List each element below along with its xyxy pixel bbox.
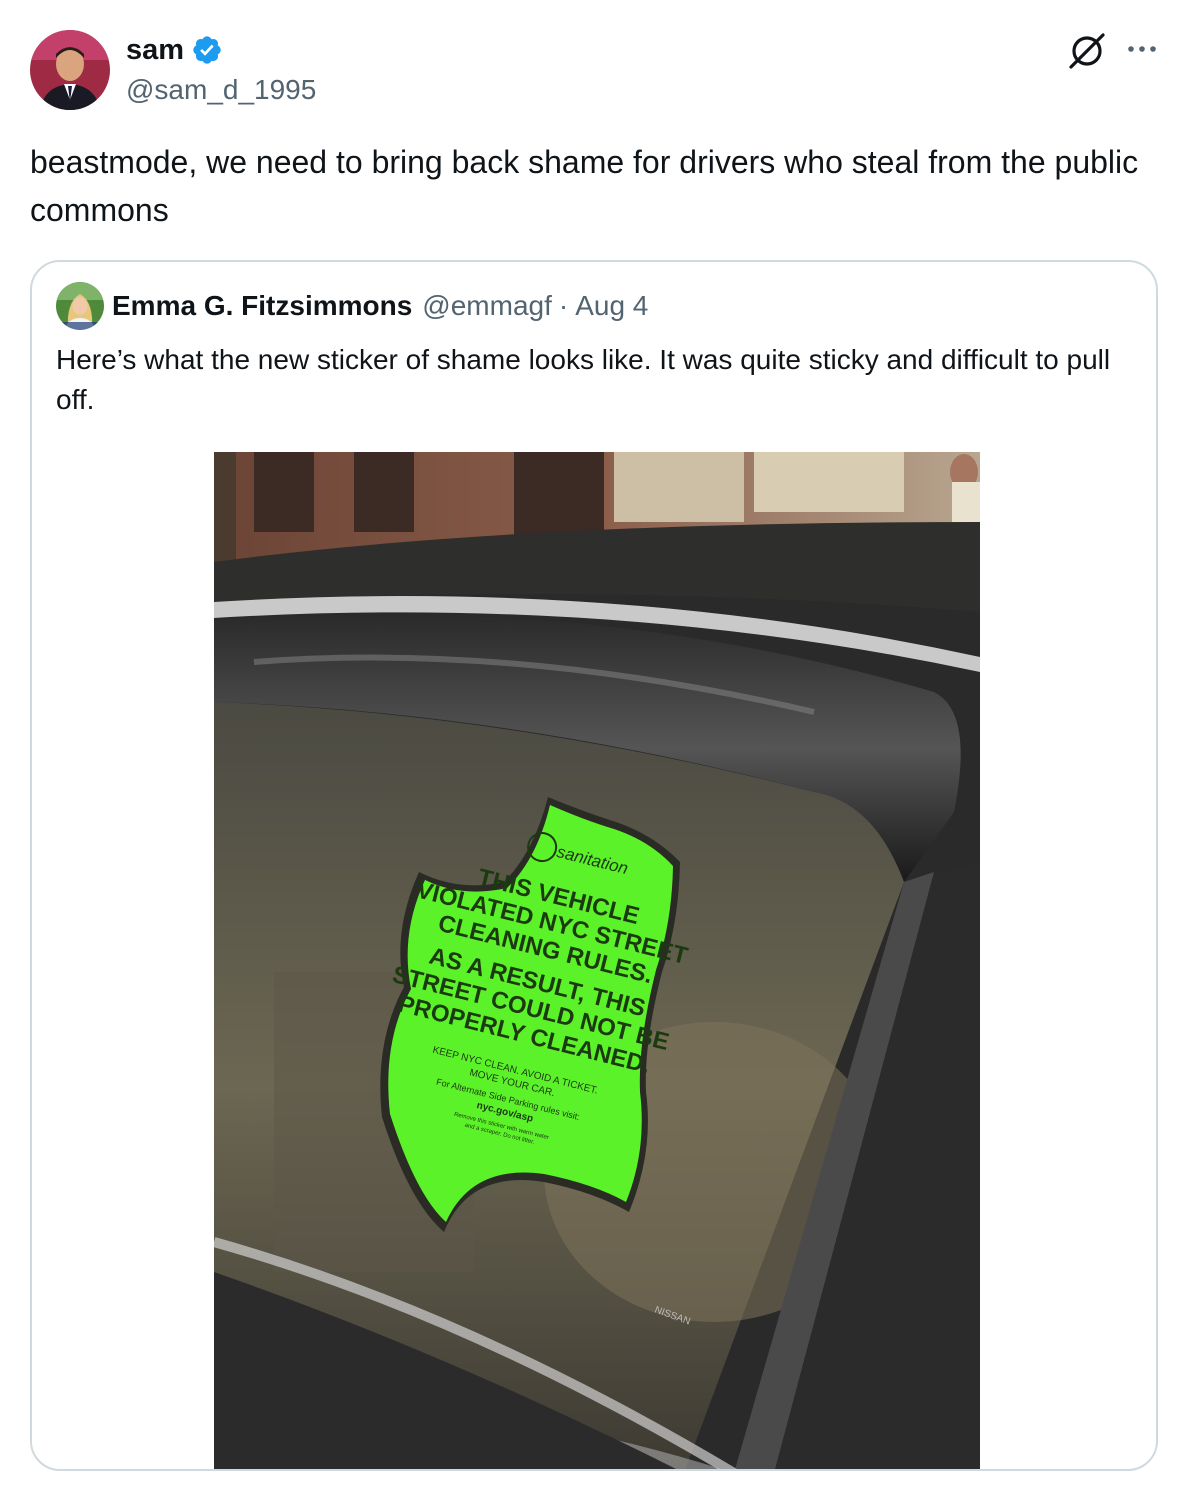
grok-icon[interactable] [1064, 28, 1110, 74]
quoted-tweet-header: Emma G. Fitzsimmons @emmagf · Aug 4 [112, 288, 648, 324]
author-handle[interactable]: @sam_d_1995 [126, 72, 316, 108]
quoted-tweet-photo[interactable]: sanitation THIS VEHICLE VIOLATED NYC STR… [214, 452, 980, 1469]
quoted-avatar-image [56, 282, 104, 330]
tweet-text: beastmode, we need to bring back shame f… [30, 144, 1139, 228]
quoted-author-handle[interactable]: @emmagf [422, 288, 552, 324]
verified-badge-icon[interactable] [191, 34, 223, 66]
quoted-author-name[interactable]: Emma G. Fitzsimmons [112, 288, 412, 324]
author-display-name[interactable]: sam [126, 32, 184, 68]
separator-dot: · [558, 290, 569, 321]
car-window-sticker-photo: sanitation THIS VEHICLE VIOLATED NYC STR… [214, 452, 980, 1469]
quoted-author-avatar[interactable] [56, 282, 104, 330]
author-avatar[interactable] [30, 30, 110, 110]
avatar-image [30, 30, 110, 110]
quoted-tweet-text: Here’s what the new sticker of shame loo… [56, 344, 1111, 415]
more-icon[interactable] [1124, 34, 1160, 64]
quoted-tweet-date[interactable]: Aug 4 [575, 288, 648, 324]
author-name-row[interactable]: sam [126, 32, 223, 68]
quoted-tweet-card[interactable]: Emma G. Fitzsimmons @emmagf · Aug 4 Here… [30, 260, 1158, 1471]
